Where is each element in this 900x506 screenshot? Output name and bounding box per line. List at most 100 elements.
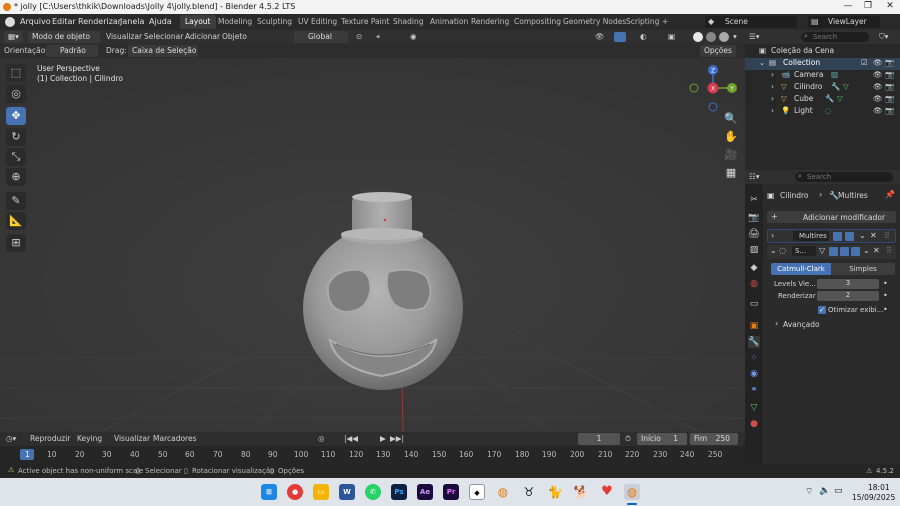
output-tab-icon[interactable]: 🖨 [748,228,760,240]
render-toggle-icon[interactable] [851,247,860,256]
navigation-gizmo[interactable]: Z Y X [688,64,740,116]
outliner-editor-type-icon[interactable]: ☰▾ [749,32,760,41]
modifier-subdivision[interactable]: ⌄ ◌ S... ▽ ⌄ ✕ ⠿ [767,245,896,259]
shading-solid-icon[interactable] [693,32,703,42]
menu-adicionar[interactable]: Adicionar [185,32,220,41]
expand-chevron-icon[interactable]: › [771,70,774,79]
current-frame-field[interactable]: 1 [578,433,620,445]
drag-handle-icon[interactable]: ⠿ [886,246,892,255]
eye-icon[interactable]: 👁 [873,58,883,67]
tab-modeling[interactable]: Modeling [213,15,257,29]
physics-tab-icon[interactable]: ◉ [748,368,760,380]
eye-icon[interactable]: 👁 [873,82,883,91]
end-frame-field[interactable]: Fim 250 [690,433,738,445]
tab-sculpting[interactable]: Sculpting [252,15,297,29]
record-icon[interactable]: ◎ [318,434,325,443]
advanced-panel-label[interactable]: Avançado [783,320,820,329]
file-explorer-icon[interactable]: ▭ [313,484,329,500]
volume-icon[interactable]: 🔈 [819,486,830,496]
outliner-item-camera[interactable]: › 📹 Camera ▨ 👁 📷 [745,70,900,82]
menu-editar[interactable]: Editar [52,17,76,26]
on-cage-toggle-icon[interactable]: ▽ [819,246,825,255]
xray-toggle-icon[interactable]: ▣ [668,32,675,41]
modifier-tab-icon[interactable]: 🔧 [748,336,760,348]
tab-uv-editing[interactable]: UV Editing [293,15,342,29]
overlay-toggle-icon[interactable]: ◐ [640,32,647,41]
menu-selecionar[interactable]: Selecionar [144,32,183,41]
add-modifier-button[interactable]: + Adicionar modificador [767,211,896,223]
proportional-edit-icon[interactable]: ◉ [410,32,417,41]
view-layer-tab-icon[interactable]: ▨ [748,244,760,256]
visibility-icon[interactable]: 👁 [595,32,605,41]
timeline-ruler[interactable]: 1 10 20 30 40 50 60 70 80 90 100 110 120… [0,446,745,464]
outliner-item-cube[interactable]: › ▽ Cube 🔧 ▽ 👁 📷 [745,94,900,106]
tab-layout[interactable]: Layout [180,15,216,29]
start-frame-field[interactable]: Início 1 [637,433,687,445]
jolly-object[interactable] [300,190,470,400]
minimize-button[interactable]: — [838,1,858,11]
mode-selector[interactable]: Modo de objeto [28,31,100,43]
viewport-toggle-icon[interactable] [840,247,849,256]
premiere-icon[interactable]: Pr [443,484,459,500]
annotate-tool-icon[interactable]: ✎ [6,192,26,210]
drag-handle-icon[interactable]: ⠿ [884,231,890,240]
expand-chevron-icon[interactable]: › [771,94,774,103]
expand-chevron-icon[interactable]: › [771,82,774,91]
tab-rendering[interactable]: Rendering [466,15,514,29]
properties-search-input[interactable]: ⌕ Search [795,172,893,182]
outliner-item-light[interactable]: › 💡 Light ◌ 👁 📷 [745,106,900,118]
modifier-multires[interactable]: › Multires ⌄ ✕ ⠿ [767,229,896,243]
clock-time[interactable]: 18:01 [868,483,890,492]
add-cube-tool-icon[interactable]: ⊞ [6,234,26,252]
menu-visualizar[interactable]: Visualizar [106,32,142,41]
eye-icon[interactable]: 👁 [873,94,883,103]
battery-icon[interactable]: ▭ [834,486,843,496]
scale-tool-icon[interactable]: ⤡ [6,148,26,166]
editor-type-button[interactable]: ▦▾ [4,31,23,43]
scene-tab-icon[interactable]: ◆ [748,262,760,274]
wifi-icon[interactable]: ⌔ [805,486,813,497]
expand-chevron-icon[interactable]: ⌄ [770,246,777,255]
tab-shading[interactable]: Shading [388,15,428,29]
windows-start-icon[interactable]: ⊞ [261,484,277,500]
dropdown-chevron-icon[interactable]: ⌄ [863,246,870,255]
zoom-icon[interactable]: 🔍 [722,112,740,128]
tool-tab-icon[interactable]: ✂ [748,194,760,206]
chrome-icon[interactable]: ● [287,484,303,500]
inkscape-icon[interactable]: ◆ [469,484,485,500]
after-effects-icon[interactable]: Ae [417,484,433,500]
blender-menu-icon[interactable] [5,17,15,27]
menu-marcadores[interactable]: Marcadores [153,434,197,443]
menu-reproduzir[interactable]: Reproduzir [30,434,70,443]
tab-texture-paint[interactable]: Texture Paint [336,15,394,29]
collection-tab-icon[interactable]: ▭ [748,298,760,310]
outliner-collection[interactable]: ⌄ ▤ Collection ☑ 👁 📷 [745,58,900,70]
blender-active-icon[interactable]: ◍ [624,484,640,500]
camera-render-icon[interactable]: 📷 [885,70,894,79]
constraints-tab-icon[interactable]: ⚭ [748,384,760,396]
data-tab-icon[interactable]: ▽ [748,402,760,414]
snap-icon[interactable]: ⌖ [376,32,380,42]
render-tab-icon[interactable]: 📷 [748,212,760,224]
simples-button[interactable]: Simples [831,263,895,275]
keyframe-dot-icon[interactable]: • [883,305,888,314]
shading-material-icon[interactable] [706,32,716,42]
eye-icon[interactable]: 👁 [873,70,883,79]
select-box-tool-icon[interactable]: ⬚ [6,64,26,82]
menu-ajuda[interactable]: Ajuda [149,17,172,26]
word-icon[interactable]: W [339,484,355,500]
view-layer-selector[interactable]: ▤ ViewLayer [808,16,880,28]
edit-mode-toggle-icon[interactable] [833,232,842,241]
add-workspace-button[interactable]: + [657,15,673,29]
scene-selector[interactable]: ◆ Scene [705,16,797,28]
heart-app-icon[interactable]: ♥ [599,484,615,500]
transform-orientation-selector[interactable]: Global [294,31,348,43]
transform-tool-icon[interactable]: ⊕ [6,168,26,186]
material-tab-icon[interactable]: ● [748,418,760,430]
gizmo-toggle-icon[interactable] [614,32,626,42]
camera-render-icon[interactable]: 📷 [885,94,894,103]
properties-editor-type-icon[interactable]: ☷▾ [749,172,760,181]
photoshop-icon[interactable]: Ps [391,484,407,500]
jump-start-icon[interactable]: |◀◀ [344,434,358,443]
pan-hand-icon[interactable]: ✋ [722,130,740,146]
